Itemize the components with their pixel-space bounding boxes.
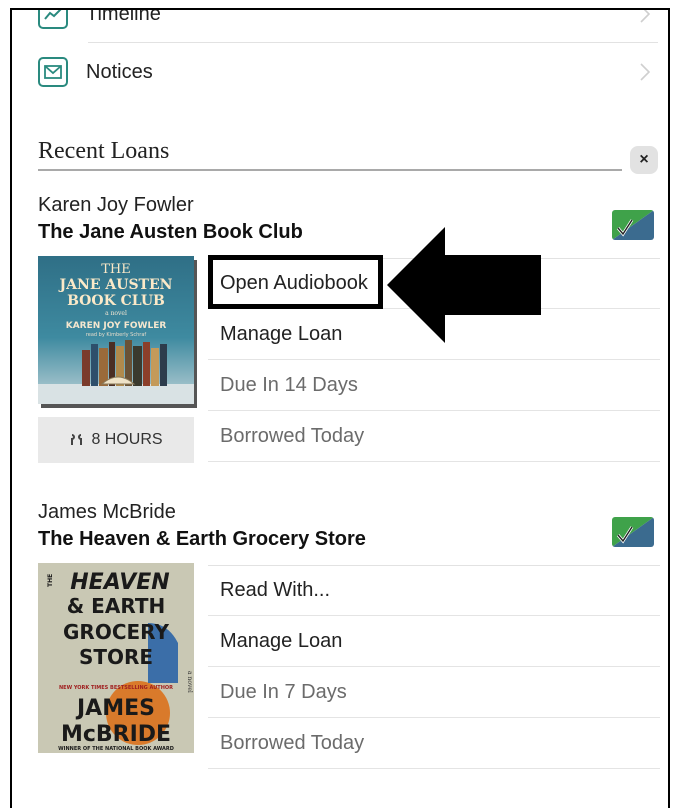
cover-author: KAREN JOY FOWLER <box>66 321 167 331</box>
cover-title-line: & EARTH <box>67 594 165 618</box>
cover-title-line: JANE AUSTEN <box>58 277 173 293</box>
cover-title-line: BOOK CLUB <box>67 293 165 309</box>
divider <box>88 42 658 43</box>
loan-author: James McBride <box>38 501 176 523</box>
cover-author-line: JAMES <box>75 696 155 721</box>
due-date-text: Due In 14 Days <box>208 361 660 411</box>
cover-title-line: STORE <box>79 645 153 669</box>
recent-loans-heading: Recent Loans <box>38 138 170 164</box>
loan-title[interactable]: The Heaven & Earth Grocery Store <box>38 528 366 551</box>
borrowed-date-text: Borrowed Today <box>208 412 660 462</box>
menu-item-timeline[interactable]: Timeline <box>38 8 658 42</box>
borrowed-badge-icon <box>612 210 654 240</box>
book-cover[interactable]: THE HEAVEN & EARTH GROCERY STORE NEW YOR… <box>38 563 194 753</box>
envelope-icon <box>38 57 68 87</box>
borrowed-date-text: Borrowed Today <box>208 719 660 769</box>
timeline-icon <box>38 10 68 29</box>
manage-loan-link[interactable]: Manage Loan <box>208 617 660 667</box>
chevron-right-icon <box>640 10 651 23</box>
cover-title-line: THE <box>101 262 131 277</box>
menu-item-label: Notices <box>86 60 153 83</box>
menu-item-notices[interactable]: Notices <box>38 44 658 100</box>
loan-author: Karen Joy Fowler <box>38 194 194 216</box>
pointer-arrow-icon <box>387 227 541 343</box>
chevron-right-icon <box>640 63 651 81</box>
cover-subtitle: a novel <box>105 310 127 317</box>
cover-title-line: HEAVEN <box>70 570 169 595</box>
loan-title[interactable]: The Jane Austen Book Club <box>38 221 303 244</box>
earbuds-icon <box>71 434 83 445</box>
cover-author-line: McBRIDE <box>61 722 171 747</box>
book-cover[interactable]: THE JANE AUSTEN BOOK CLUB a novel KAREN … <box>38 256 194 404</box>
audiobook-duration: 8 HOURS <box>38 417 194 463</box>
cover-tagline: NEW YORK TIMES BESTSELLING AUTHOR <box>59 685 173 691</box>
cover-title-line: GROCERY <box>63 620 169 644</box>
menu-item-label: Timeline <box>86 8 161 25</box>
borrowed-badge-icon <box>612 517 654 547</box>
read-with-link[interactable]: Read With... <box>208 566 660 616</box>
cover-narrator: read by Kimberly Schraf <box>86 332 147 338</box>
close-button[interactable]: × <box>630 146 658 174</box>
app-frame: Timeline Notices Recent Loans × Karen Jo… <box>10 8 670 808</box>
cover-the: THE <box>47 574 54 587</box>
due-date-text: Due In 7 Days <box>208 668 660 718</box>
duration-label: 8 HOURS <box>91 431 163 448</box>
cover-novel: a novel <box>186 671 193 693</box>
heading-underline <box>38 169 622 171</box>
highlight-box <box>208 255 383 309</box>
cover-award: WINNER OF THE NATIONAL BOOK AWARD <box>58 746 174 752</box>
